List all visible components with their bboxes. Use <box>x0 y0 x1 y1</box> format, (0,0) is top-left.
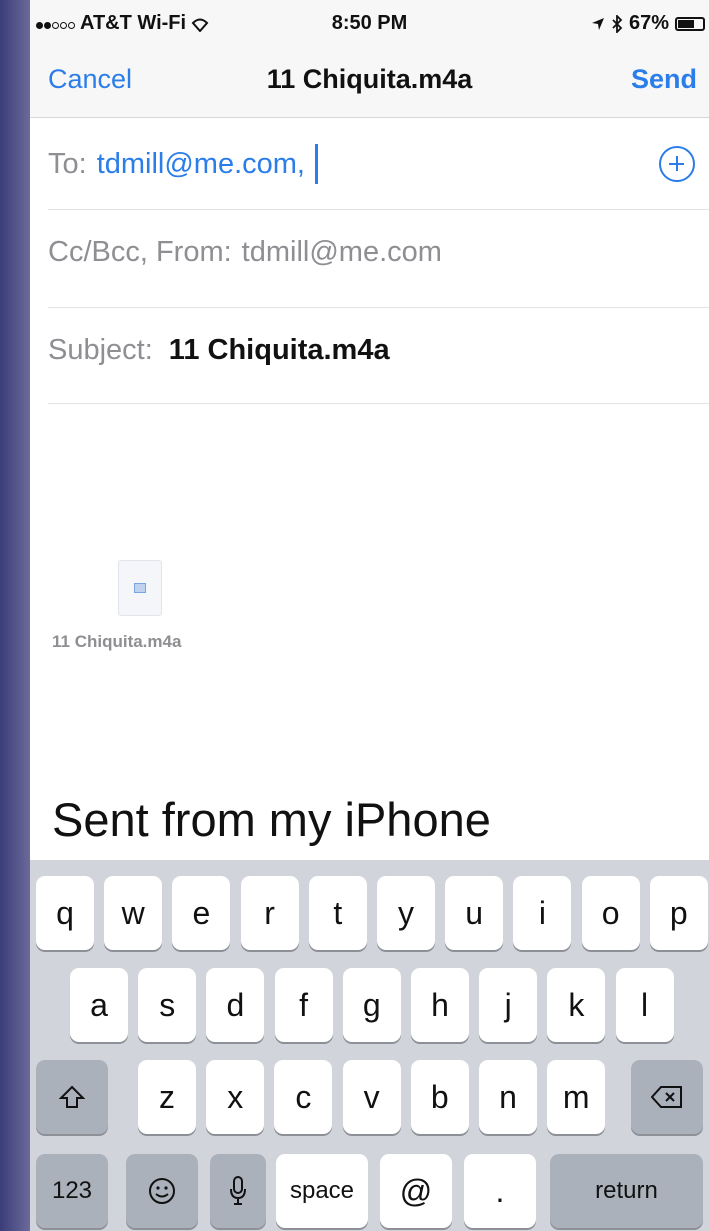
key-q[interactable]: q <box>36 876 94 950</box>
shift-icon <box>59 1085 85 1108</box>
subject-value[interactable]: 11 Chiquita.m4a <box>169 334 390 367</box>
key-c[interactable]: c <box>274 1060 333 1134</box>
at-key[interactable]: @ <box>380 1154 452 1228</box>
key-a[interactable]: a <box>70 968 128 1042</box>
mail-compose-screen: AT&T Wi-Fi 8:50 PM 67% Cancel 11 Chiquit… <box>30 0 709 1231</box>
key-i[interactable]: i <box>513 876 572 950</box>
key-g[interactable]: g <box>342 968 401 1042</box>
key-e[interactable]: e <box>172 876 231 950</box>
numbers-key[interactable]: 123 <box>36 1154 108 1228</box>
key-f[interactable]: f <box>274 968 333 1042</box>
key-b[interactable]: b <box>410 1060 469 1134</box>
bluetooth-icon <box>612 14 623 33</box>
key-x[interactable]: x <box>206 1060 265 1134</box>
location-icon <box>591 17 604 30</box>
return-key[interactable]: return <box>550 1154 703 1228</box>
battery-icon <box>675 16 705 31</box>
key-p[interactable]: p <box>649 876 708 950</box>
add-contact-icon[interactable] <box>659 146 695 182</box>
key-l[interactable]: l <box>615 968 674 1042</box>
delete-key[interactable] <box>631 1060 703 1134</box>
key-n[interactable]: n <box>479 1060 537 1134</box>
subject-label: Subject: <box>48 334 153 366</box>
key-y[interactable]: y <box>377 876 435 950</box>
key-j[interactable]: j <box>479 968 538 1042</box>
emoji-icon <box>149 1178 175 1204</box>
key-s[interactable]: s <box>138 968 197 1042</box>
cc-bcc-from-label: Cc/Bcc, From: <box>48 236 232 268</box>
space-key[interactable]: space <box>276 1154 368 1228</box>
dictation-key[interactable] <box>210 1154 266 1228</box>
emoji-key[interactable] <box>126 1154 198 1228</box>
key-u[interactable]: u <box>445 876 504 950</box>
from-address: tdmill@me.com <box>241 236 442 268</box>
period-key[interactable]: . <box>464 1154 536 1228</box>
send-button[interactable]: Send <box>631 64 697 95</box>
compose-title: 11 Chiquita.m4a <box>266 64 473 94</box>
battery-percent: 67% <box>628 12 669 34</box>
key-v[interactable]: v <box>342 1060 401 1134</box>
navigation-bar: Cancel 11 Chiquita.m4a Send <box>30 40 709 118</box>
key-k[interactable]: k <box>547 968 606 1042</box>
shift-key[interactable] <box>36 1060 108 1134</box>
key-h[interactable]: h <box>411 968 469 1042</box>
to-recipient[interactable]: tdmill@me.com, <box>97 148 305 181</box>
microphone-icon <box>230 1176 246 1205</box>
to-label: To: <box>48 147 87 180</box>
attachment-file-icon[interactable] <box>118 560 162 616</box>
status-bar: AT&T Wi-Fi 8:50 PM 67% <box>30 0 709 40</box>
key-d[interactable]: d <box>206 968 265 1042</box>
keyboard: qwertyuiop asdfghjkl zxcvbnm 123 space @… <box>30 860 709 1231</box>
key-w[interactable]: w <box>104 876 163 950</box>
backspace-icon <box>651 1086 682 1108</box>
cc-bcc-from-field[interactable]: Cc/Bcc, From: tdmill@me.com <box>48 210 709 308</box>
key-z[interactable]: z <box>138 1060 196 1134</box>
to-field[interactable]: To: tdmill@me.com, <box>48 118 709 210</box>
attachment-name: 11 Chiquita.m4a <box>52 632 182 651</box>
subject-field[interactable]: Subject: 11 Chiquita.m4a <box>48 308 709 404</box>
key-m[interactable]: m <box>547 1060 606 1134</box>
key-t[interactable]: t <box>308 876 367 950</box>
email-signature[interactable]: Sent from my iPhone <box>52 792 491 847</box>
text-cursor <box>314 144 318 184</box>
key-o[interactable]: o <box>581 876 640 950</box>
key-r[interactable]: r <box>240 876 299 950</box>
